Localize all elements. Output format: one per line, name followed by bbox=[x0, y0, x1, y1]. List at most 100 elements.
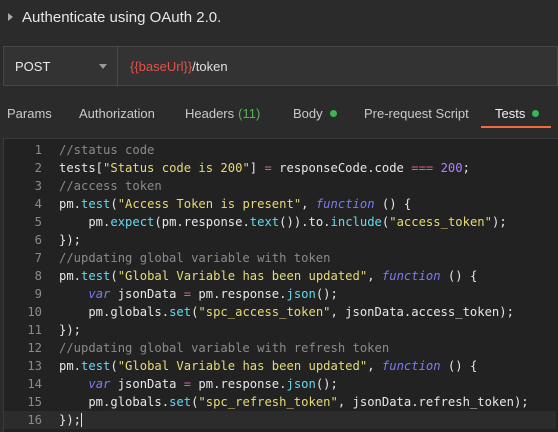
code-token: tests[ bbox=[59, 161, 104, 175]
code-line[interactable]: 13 pm.test("Global Variable has been upda… bbox=[4, 357, 556, 375]
tab-label: Authorization bbox=[79, 105, 155, 121]
line-number: 15 bbox=[27, 395, 42, 409]
code-line[interactable]: 8 pm.test("Global Variable has been updat… bbox=[4, 267, 556, 285]
code-token: set bbox=[169, 395, 192, 409]
code-text: pm.test("Global Variable has been update… bbox=[59, 359, 477, 373]
code-line[interactable]: 10 pm.globals.set("spc_access_token", js… bbox=[4, 303, 556, 321]
tab-authorization[interactable]: Authorization bbox=[79, 96, 155, 130]
code-text: tests["Status code is 200"] = responseCo… bbox=[59, 161, 470, 175]
code-line[interactable]: 3 //access token bbox=[4, 177, 556, 195]
tab-label: Headers bbox=[185, 105, 235, 121]
tab-label: Body bbox=[293, 105, 323, 121]
code-token: pm. bbox=[59, 215, 111, 229]
status-dot-icon bbox=[532, 109, 540, 117]
code-token: , bbox=[301, 197, 316, 211]
code-line[interactable]: 11}); bbox=[4, 321, 556, 339]
code-text: }); bbox=[59, 412, 83, 428]
code-text: }); bbox=[59, 323, 81, 337]
code-token: }); bbox=[59, 412, 82, 427]
code-line[interactable]: 6}); bbox=[4, 231, 556, 249]
code-token: //access token bbox=[59, 179, 162, 193]
tab-tests[interactable]: Tests bbox=[495, 96, 540, 130]
line-number: 16 bbox=[27, 413, 42, 427]
code-token: () { bbox=[374, 197, 412, 211]
code-token: 200 bbox=[440, 161, 463, 175]
code-token: ] bbox=[249, 161, 265, 175]
code-text: //updating global variable with token bbox=[59, 251, 331, 265]
code-token: (); bbox=[315, 287, 338, 301]
code-token: test bbox=[81, 269, 111, 283]
text-cursor bbox=[81, 413, 83, 428]
code-line[interactable]: 9 var jsonData = pm.response.json(); bbox=[4, 285, 556, 303]
expand-caret-icon[interactable] bbox=[8, 13, 13, 21]
code-token: //updating global variable with token bbox=[59, 251, 331, 265]
line-number: 13 bbox=[27, 359, 42, 373]
code-token: function bbox=[315, 197, 375, 211]
code-text: }); bbox=[59, 233, 81, 247]
code-token: jsonData bbox=[110, 287, 184, 301]
method-select[interactable]: POST bbox=[4, 47, 118, 85]
code-token: () { bbox=[440, 269, 478, 283]
url-path: /token bbox=[192, 58, 228, 74]
code-token: "Access Token is present" bbox=[117, 197, 302, 211]
code-text: pm.globals.set("spc_access_token", jsonD… bbox=[59, 305, 514, 319]
url-input[interactable]: {{baseUrl}}/token bbox=[118, 47, 557, 85]
code-text: //updating global variable with refresh … bbox=[59, 341, 389, 355]
tab-headers[interactable]: Headers (11) bbox=[185, 96, 260, 130]
url-variable: {{baseUrl}} bbox=[130, 58, 193, 74]
code-token: "Global Variable has been updated" bbox=[117, 269, 368, 283]
code-line[interactable]: 7 //updating global variable with token bbox=[4, 249, 556, 267]
code-token: "spc_access_token" bbox=[198, 305, 331, 319]
code-text: //access token bbox=[59, 179, 162, 193]
code-token: test bbox=[81, 197, 111, 211]
line-number: 11 bbox=[27, 323, 42, 337]
line-number: 14 bbox=[27, 377, 42, 391]
code-token: var bbox=[88, 287, 111, 301]
code-token: ( bbox=[110, 197, 118, 211]
code-token: pm.response. bbox=[191, 377, 287, 391]
code-line[interactable]: 1 //status code bbox=[4, 141, 556, 159]
tab-params[interactable]: Params bbox=[7, 96, 52, 130]
code-token: pm.globals. bbox=[59, 395, 170, 409]
code-token: set bbox=[169, 305, 192, 319]
line-number: 9 bbox=[34, 287, 42, 301]
code-token: () { bbox=[440, 359, 478, 373]
code-token: = bbox=[183, 377, 192, 391]
line-number: 7 bbox=[34, 251, 42, 265]
code-token: "spc_refresh_token" bbox=[198, 395, 338, 409]
code-token: "access_token" bbox=[389, 215, 492, 229]
code-token: var bbox=[88, 377, 111, 391]
status-dot-icon bbox=[329, 109, 337, 117]
tab-label: Tests bbox=[495, 105, 526, 121]
code-line[interactable]: 15 pm.globals.set("spc_refresh_token", j… bbox=[4, 393, 556, 411]
tab-body[interactable]: Body bbox=[293, 96, 337, 130]
code-token: ( bbox=[110, 359, 118, 373]
chevron-down-icon bbox=[99, 63, 107, 69]
code-token: function bbox=[381, 269, 441, 283]
code-token: ); bbox=[491, 215, 507, 229]
code-token: = bbox=[264, 161, 272, 175]
tab-label: Params bbox=[7, 105, 52, 121]
code-token: jsonData bbox=[110, 377, 184, 391]
code-text: pm.expect(pm.response.text()).to.include… bbox=[59, 215, 507, 229]
tab-pre-request-script[interactable]: Pre-request Script bbox=[364, 96, 469, 130]
code-line[interactable]: 14 var jsonData = pm.response.json(); bbox=[4, 375, 556, 393]
code-line[interactable]: 2 tests["Status code is 200"] = responseC… bbox=[4, 159, 556, 177]
line-number: 4 bbox=[34, 197, 42, 211]
code-line[interactable]: 4 pm.test("Access Token is present", func… bbox=[4, 195, 556, 213]
request-description-header[interactable]: Authenticate using OAuth 2.0. bbox=[0, 0, 558, 34]
code-token: === bbox=[411, 161, 434, 175]
code-line[interactable]: 5 pm.expect(pm.response.text()).to.inclu… bbox=[4, 213, 556, 231]
code-editor[interactable]: 1 //status code 2 tests["Status code is 200… bbox=[3, 138, 558, 432]
code-text: //status code bbox=[59, 143, 154, 157]
code-token: ; bbox=[462, 161, 470, 175]
line-number: 1 bbox=[34, 143, 42, 157]
code-token: }); bbox=[59, 323, 82, 337]
code-text: pm.test("Access Token is present", funct… bbox=[59, 197, 411, 211]
code-line[interactable]: 16}); bbox=[4, 411, 556, 429]
line-number: 12 bbox=[27, 341, 42, 355]
code-line[interactable]: 12 //updating global variable with refres… bbox=[4, 339, 556, 357]
